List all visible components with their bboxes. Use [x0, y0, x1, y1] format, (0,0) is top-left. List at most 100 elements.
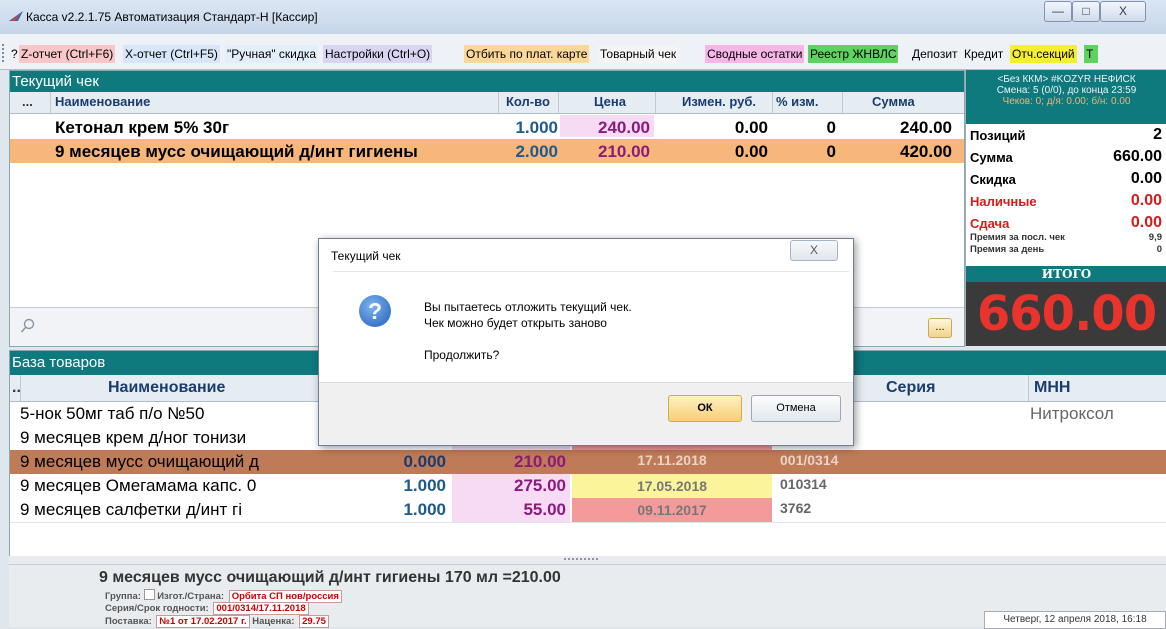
toolbar-button-11[interactable]: Отч.секций	[1010, 45, 1077, 63]
col-more[interactable]: ...	[22, 94, 33, 109]
bonus-last-row: Премия за посл. чек 9,9	[970, 232, 1162, 243]
close-icon: X	[1118, 4, 1127, 18]
goods-cell-name: 9 месяцев Омегамама капс. 0	[20, 476, 257, 495]
dialog-question: Продолжить?	[424, 348, 500, 362]
goods-cell-mnn: Нитроксол	[1030, 404, 1114, 423]
goods-col-mnn[interactable]: МНН	[1034, 379, 1070, 397]
dialog-footer: ОК Отмена	[319, 382, 853, 445]
goods-col-series[interactable]: Серия	[886, 379, 935, 397]
toolbar-button-5[interactable]: Отбить по плат. карте	[464, 45, 590, 63]
cash-row: Наличные 0.00	[970, 192, 1162, 216]
sum-row: Сумма 660.00	[970, 148, 1162, 172]
goods-cell-series: 3762	[780, 500, 812, 516]
datetime-display: Четверг, 12 апреля 2018, 16:18	[984, 611, 1166, 629]
summary-panel: <Без ККМ> #KOZYR НЕФИСК Смена: 5 (0/0), …	[965, 70, 1166, 346]
goods-cell-qty: 1.000	[403, 476, 446, 495]
cash-value: 0.00	[1130, 192, 1162, 209]
receipt-item-change-rub: 0.00	[734, 118, 768, 137]
goods-cell-qty: 0.000	[403, 452, 446, 471]
receipt-row-selected[interactable]: 9 месяцев мусс очищающий д/инт гигиены 2…	[10, 139, 964, 163]
close-icon: X	[809, 243, 818, 257]
plane-logo-icon	[9, 11, 23, 21]
minimize-button[interactable]: —	[1044, 1, 1072, 22]
bonus-day-label: Премия за день	[970, 244, 1045, 255]
receipt-item-sum: 240.00	[900, 118, 952, 137]
question-icon: ?	[359, 295, 391, 327]
product-series-row: Серия/Срок годности: 001/0314/17.11.2018	[105, 602, 309, 615]
receipt-item-change-rub: 0.00	[734, 142, 768, 161]
goods-cell-price: 275.00	[452, 474, 570, 498]
receipt-row[interactable]: Кетонал крем 5% 30г 1.000 240.00 0.00 0 …	[10, 115, 964, 139]
search-icon[interactable]	[20, 318, 36, 334]
shift-info: Смена: 5 (0/0), до конца 23:59	[996, 85, 1137, 96]
toolbar-button-9[interactable]: Депозит	[910, 45, 960, 63]
dialog-body: ? Вы пытаетесь отложить текущий чек. Чек…	[333, 271, 849, 390]
bonus-last-value: 9,9	[1148, 232, 1162, 243]
goods-row[interactable]: 9 месяцев Омегамама капс. 0 1.000 275.00 17…	[10, 474, 1166, 499]
toolbar: ? Z-отчет (Ctrl+F6) X-отчет (Ctrl+F5) "Ручн…	[0, 34, 1166, 70]
toolbar-button-4[interactable]: Настройки (Ctrl+O)	[323, 45, 433, 63]
goods-cell-expiry: 17.11.2018	[637, 452, 707, 468]
col-change-pct[interactable]: % изм.	[776, 94, 819, 109]
maximize-button[interactable]: □	[1072, 1, 1100, 22]
goods-cell-series: 001/0314	[780, 452, 839, 468]
receipt-item-sum: 420.00	[900, 142, 952, 161]
goods-col-name[interactable]: Наименование	[108, 379, 225, 397]
group-checkbox[interactable]	[143, 589, 155, 600]
toolbar-button-3[interactable]: "Ручная" скидка	[225, 45, 319, 63]
goods-cell-name: 9 месяцев мусс очищающий д	[20, 452, 259, 471]
goods-cell-price: 210.00	[514, 452, 566, 471]
col-change-rub[interactable]: Измен. руб.	[682, 94, 756, 109]
receipt-more-button[interactable]: ...	[928, 318, 952, 338]
dialog-close-button[interactable]: X	[790, 240, 838, 261]
cash-label: Наличные	[970, 194, 1037, 209]
total-display: 660.00	[966, 282, 1166, 346]
confirm-dialog: Текущий чек X ? Вы пытаетесь отложить те…	[318, 238, 854, 446]
receipt-header: Текущий чек	[10, 71, 964, 92]
change-label: Сдача	[970, 216, 1010, 231]
goods-cell-name: 5-нок 50мг таб п/о №50	[20, 404, 205, 423]
discount-value: 0.00	[1130, 170, 1162, 187]
window-title: Касса v2.2.1.75 Автоматизация Стандарт-Н…	[26, 10, 318, 24]
markup-label: Наценка:	[252, 616, 295, 627]
product-info-panel: 9 месяцев мусс очищающий д/инт гигиены 1…	[9, 564, 1166, 629]
ok-button[interactable]: ОК	[668, 395, 742, 422]
maker-label: Изгот./Страна:	[157, 591, 225, 602]
goods-cell-name: 9 месяцев крем д/ног тонизи	[20, 428, 247, 447]
maximize-icon: □	[1082, 4, 1090, 18]
receipt-item-price: 210.00	[598, 142, 650, 161]
close-window-button[interactable]: X	[1100, 1, 1146, 22]
toolbar-button-7[interactable]: Сводные остатки	[705, 45, 805, 63]
group-label: Группа:	[105, 591, 141, 602]
checks-info: Чеков: 0; д/я: 0.00; б/н: 0.00	[1002, 96, 1131, 107]
series-value: 001/0314/17.11.2018	[213, 602, 309, 615]
col-qty[interactable]: Кол-во	[506, 94, 550, 109]
product-title: 9 месяцев мусс очищающий д/инт гигиены 1…	[99, 569, 561, 586]
toolbar-button-6[interactable]: Товарный чек	[598, 45, 679, 63]
minimize-icon: —	[1052, 4, 1064, 18]
toolbar-button-10[interactable]: Кредит	[962, 45, 1006, 63]
positions-label: Позиций	[970, 128, 1026, 143]
toolbar-button-8[interactable]: Реестр ЖНВЛС	[808, 45, 899, 63]
goods-cell-expiry: 17.05.2018	[572, 474, 772, 498]
toolbar-button-12[interactable]: Т	[1084, 45, 1098, 63]
col-price[interactable]: Цена	[594, 94, 626, 109]
positions-value: 2	[1153, 126, 1162, 143]
dialog-title: Текущий чек	[331, 249, 401, 263]
receipt-item-price: 240.00	[560, 115, 654, 137]
title-bar: Касса v2.2.1.75 Автоматизация Стандарт-Н…	[0, 0, 1166, 35]
toolbar-button-1[interactable]: Z-отчет (Ctrl+F6)	[19, 45, 116, 63]
kkm-info: <Без ККМ> #KOZYR НЕФИСК Смена: 5 (0/0), …	[966, 70, 1166, 124]
sum-value: 660.00	[1113, 148, 1162, 165]
panel-splitter[interactable]	[9, 556, 1166, 564]
col-sum[interactable]: Сумма	[872, 94, 915, 109]
dialog-message-line1: Вы пытаетесь отложить текущий чек.	[424, 300, 632, 314]
toolbar-button-2[interactable]: X-отчет (Ctrl+F5)	[123, 45, 220, 63]
col-name[interactable]: Наименование	[55, 94, 150, 109]
cancel-button[interactable]: Отмена	[751, 395, 841, 422]
bonus-last-label: Премия за посл. чек	[970, 232, 1065, 243]
goods-cell-expiry: 09.11.2017	[572, 498, 772, 522]
goods-cell-series: 010314	[780, 476, 827, 492]
goods-row[interactable]: 9 месяцев салфетки д/инт гі 1.000 55.00 09.…	[10, 498, 1166, 523]
goods-row[interactable]: 9 месяцев мусс очищающий д 0.000 210.00 17.…	[10, 450, 1166, 475]
